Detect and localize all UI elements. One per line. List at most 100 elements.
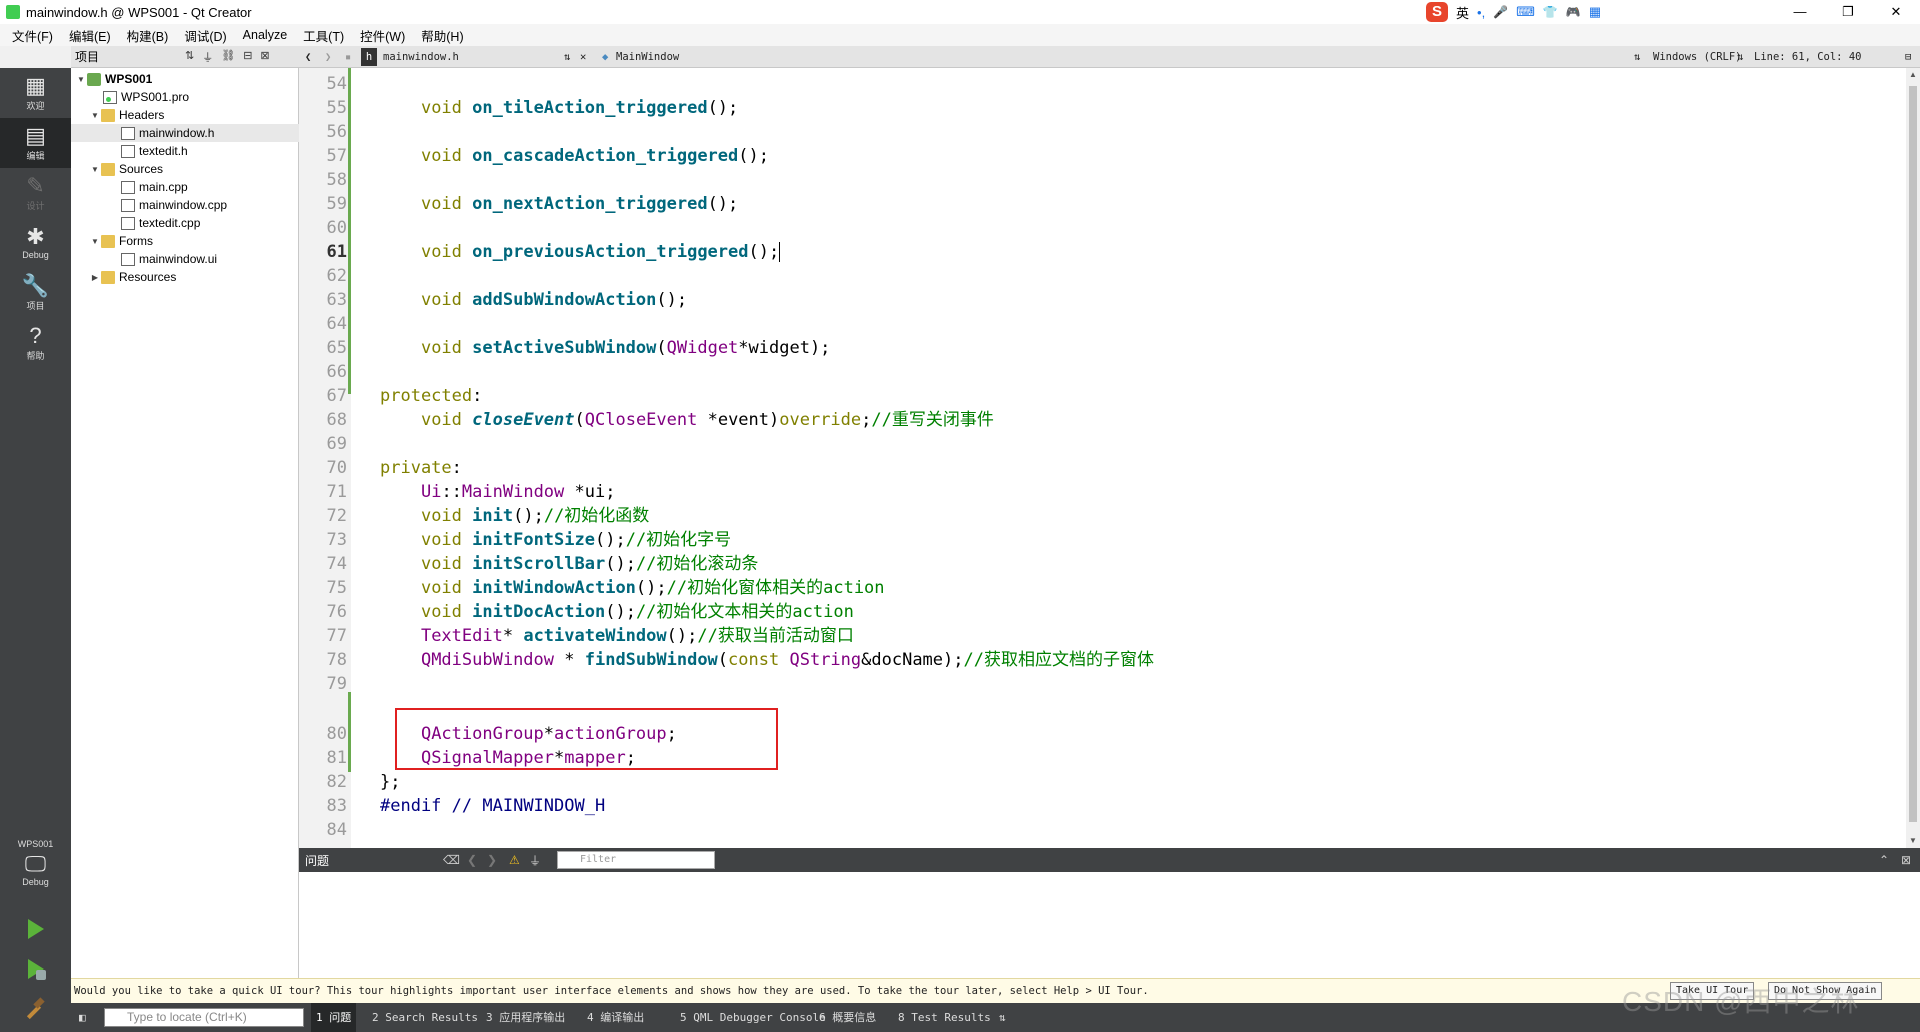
- line-number[interactable]: 70: [299, 456, 347, 480]
- sogou-logo-icon[interactable]: S: [1426, 2, 1448, 22]
- output-tab-search-results[interactable]: 2 Search Results: [367, 1003, 483, 1032]
- code-line[interactable]: TextEdit* activateWindow();//获取当前活动窗口: [380, 624, 854, 648]
- maximize-panel-icon[interactable]: ⌃: [1879, 853, 1889, 867]
- line-number[interactable]: 73: [299, 528, 347, 552]
- open-file-name[interactable]: mainwindow.h: [383, 46, 459, 68]
- menu-debug[interactable]: 调试(D): [176, 26, 234, 45]
- split-editor-icon[interactable]: ⊟: [1905, 46, 1911, 68]
- next-issue-icon[interactable]: ❯: [487, 853, 497, 867]
- line-number[interactable]: 58: [299, 168, 347, 192]
- run-button[interactable]: [22, 916, 48, 942]
- ime-punct-icon[interactable]: •,: [1477, 5, 1485, 20]
- close-button[interactable]: ✕: [1872, 0, 1920, 24]
- line-number[interactable]: 55: [299, 96, 347, 120]
- line-number[interactable]: 62: [299, 264, 347, 288]
- line-number[interactable]: 84: [299, 818, 347, 842]
- ime-language[interactable]: 英: [1456, 3, 1469, 22]
- code-line[interactable]: void addSubWindowAction();: [380, 288, 687, 312]
- mode-welcome[interactable]: ▦ 欢迎: [0, 68, 71, 118]
- symbol-selector[interactable]: MainWindow: [616, 46, 679, 68]
- collapse-arrow-icon[interactable]: ▶: [89, 273, 101, 282]
- grid-menu-icon[interactable]: ▦: [1589, 4, 1601, 20]
- forward-arrow-icon[interactable]: ❯: [325, 46, 331, 68]
- mode-edit[interactable]: ▤ 编辑: [0, 118, 71, 168]
- line-number[interactable]: 78: [299, 648, 347, 672]
- line-number[interactable]: 77: [299, 624, 347, 648]
- output-tab-qml-debugger[interactable]: 5 QML Debugger Console: [675, 1003, 831, 1032]
- code-line[interactable]: void initWindowAction();//初始化窗体相关的action: [380, 576, 885, 600]
- code-line[interactable]: void closeEvent(QCloseEvent *event)overr…: [380, 408, 994, 432]
- line-number[interactable]: 72: [299, 504, 347, 528]
- line-ending-selector[interactable]: Windows (CRLF): [1653, 46, 1742, 68]
- mode-debug[interactable]: ✱ Debug: [0, 218, 71, 268]
- tree-item[interactable]: textedit.cpp: [71, 214, 299, 232]
- close-panel-icon[interactable]: ⊠: [1901, 853, 1911, 867]
- tree-item[interactable]: ▼ Sources: [71, 160, 299, 178]
- line-number[interactable]: 81: [299, 746, 347, 770]
- line-number[interactable]: 60: [299, 216, 347, 240]
- mode-help[interactable]: ? 帮助: [0, 318, 71, 368]
- minimize-button[interactable]: —: [1776, 0, 1824, 24]
- line-number[interactable]: 79: [299, 672, 347, 696]
- skin-icon[interactable]: 👕: [1543, 5, 1558, 19]
- code-line[interactable]: #endif // MAINWINDOW_H: [380, 794, 605, 818]
- menu-tools[interactable]: 工具(T): [295, 26, 352, 45]
- keyboard-icon[interactable]: ⌨: [1516, 4, 1535, 20]
- line-number[interactable]: 75: [299, 576, 347, 600]
- filter-icon[interactable]: ⏚: [529, 852, 541, 869]
- line-number[interactable]: 64: [299, 312, 347, 336]
- line-number[interactable]: 83: [299, 794, 347, 818]
- output-tab-test-results[interactable]: 8 Test Results: [893, 1003, 996, 1032]
- line-number[interactable]: 67: [299, 384, 347, 408]
- menu-analyze[interactable]: Analyze: [235, 28, 295, 42]
- line-number[interactable]: 74: [299, 552, 347, 576]
- line-ending-dropdown-icon[interactable]: ⇅: [1737, 46, 1743, 68]
- debug-run-button[interactable]: [22, 956, 48, 982]
- symbol-dropdown-icon[interactable]: ⇅: [1634, 46, 1640, 68]
- mode-projects[interactable]: 🔧 项目: [0, 268, 71, 318]
- cursor-position[interactable]: Line: 61, Col: 40: [1754, 46, 1861, 68]
- line-number[interactable]: 59: [299, 192, 347, 216]
- clean-icon[interactable]: ⌫: [443, 853, 460, 867]
- output-tab-compile-output[interactable]: 4 编译输出: [582, 1003, 649, 1032]
- menu-controls[interactable]: 控件(W): [352, 26, 413, 45]
- line-number[interactable]: 80: [299, 722, 347, 746]
- tree-item[interactable]: ▼ Headers: [71, 106, 299, 124]
- game-icon[interactable]: 🎮: [1566, 5, 1581, 19]
- code-line[interactable]: Ui::MainWindow *ui;: [380, 480, 616, 504]
- more-tabs-icon[interactable]: ⇅: [999, 1011, 1006, 1024]
- editor-scrollbar[interactable]: ▲ ▼: [1906, 68, 1920, 848]
- tree-item[interactable]: main.cpp: [71, 178, 299, 196]
- code-line[interactable]: private:: [380, 456, 462, 480]
- line-number[interactable]: 65: [299, 336, 347, 360]
- code-line[interactable]: void init();//初始化函数: [380, 504, 649, 528]
- code-line[interactable]: void on_cascadeAction_triggered();: [380, 144, 769, 168]
- code-line[interactable]: void initDocAction();//初始化文本相关的action: [380, 600, 854, 624]
- code-line[interactable]: void initScrollBar();//初始化滚动条: [380, 552, 758, 576]
- scroll-up-icon[interactable]: ▲: [1906, 68, 1920, 82]
- tree-item[interactable]: textedit.h: [71, 142, 299, 160]
- output-tab-issues[interactable]: 1 问题: [311, 1003, 357, 1032]
- close-panel-icon[interactable]: ⊠: [260, 49, 269, 65]
- back-arrow-icon[interactable]: ❮: [305, 46, 311, 68]
- issues-list[interactable]: [299, 872, 1920, 978]
- line-number[interactable]: 57: [299, 144, 347, 168]
- expand-arrow-icon[interactable]: ▼: [89, 111, 101, 120]
- line-number[interactable]: 69: [299, 432, 347, 456]
- link-icon[interactable]: ⛓: [221, 49, 235, 65]
- close-document-icon[interactable]: ✕: [580, 46, 586, 68]
- line-number[interactable]: 82: [299, 770, 347, 794]
- tree-item[interactable]: WPS001.pro: [71, 88, 299, 106]
- menu-build[interactable]: 构建(B): [119, 26, 177, 45]
- expand-arrow-icon[interactable]: ▼: [89, 165, 101, 174]
- menu-help[interactable]: 帮助(H): [413, 26, 471, 45]
- scrollbar-thumb[interactable]: [1909, 86, 1917, 822]
- code-line[interactable]: QMdiSubWindow * findSubWindow(const QStr…: [380, 648, 1154, 672]
- tree-item[interactable]: ▶ Resources: [71, 268, 299, 286]
- line-number[interactable]: 63: [299, 288, 347, 312]
- tree-item[interactable]: mainwindow.h: [71, 124, 299, 142]
- tree-item[interactable]: mainwindow.cpp: [71, 196, 299, 214]
- output-tab-application-output[interactable]: 3 应用程序输出: [481, 1003, 570, 1032]
- locator-input[interactable]: Type to locate (Ctrl+K): [104, 1008, 304, 1027]
- code-line[interactable]: void initFontSize();//初始化字号: [380, 528, 731, 552]
